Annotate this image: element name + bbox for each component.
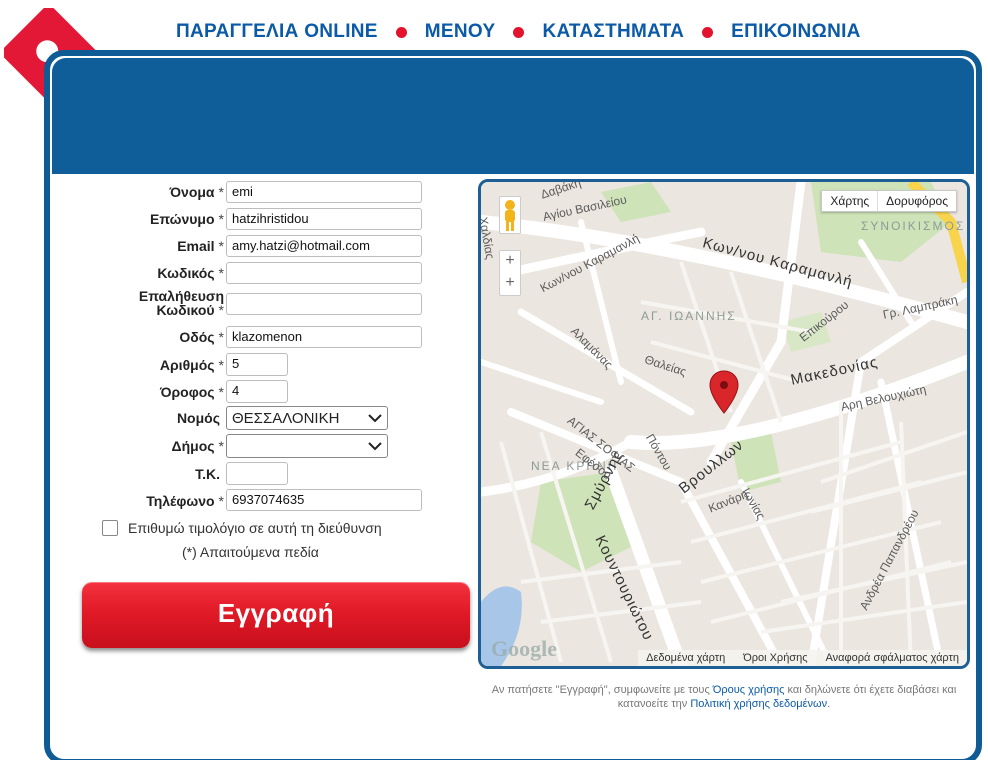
invoice-checkbox[interactable] bbox=[102, 520, 118, 536]
header-banner bbox=[52, 58, 974, 174]
nav-separator bbox=[702, 26, 714, 38]
number-input[interactable]: 5 bbox=[226, 353, 288, 376]
terms-of-use-link[interactable]: Όρους χρήσης bbox=[713, 684, 785, 696]
pegman-icon bbox=[505, 200, 515, 231]
nav-stores[interactable]: ΚΑΤΑΣΤΗΜΑΤΑ bbox=[542, 21, 684, 43]
number-label: Αριθμός * bbox=[159, 357, 224, 373]
nav-separator bbox=[513, 26, 525, 38]
email-label: Email * bbox=[177, 238, 224, 254]
invoice-option: Επιθυμώ τιμολόγιο σε αυτή τη διεύθυνση bbox=[102, 520, 382, 536]
main-navigation: ΠΑΡΑΓΓΕΛΙΑ ONLINE ΜΕΝΟΥ ΚΑΤΑΣΤΗΜΑΤΑ ΕΠΙΚ… bbox=[176, 18, 861, 46]
map-area-label: ΣΥΝΟΙΚΙΣΜΟΣ ΑΓΙΟΣ ΣΤΥΛΙΑΝΟΣ bbox=[861, 219, 967, 233]
prefecture-label: Νομός bbox=[176, 410, 220, 426]
map-area-label: ΑΓ. ΙΩΑΝΝΗΣ bbox=[641, 309, 737, 323]
last-name-input[interactable]: hatzihristidou bbox=[226, 208, 422, 230]
privacy-policy-link[interactable]: Πολιτική χρήσης δεδομένων bbox=[690, 698, 827, 710]
phone-input[interactable]: 6937074635 bbox=[226, 489, 422, 511]
zoom-out-button[interactable]: + bbox=[500, 273, 520, 295]
phone-label: Τηλέφωνο * bbox=[146, 493, 224, 509]
terms-text-3: . bbox=[827, 698, 831, 710]
nav-contact[interactable]: ΕΠΙΚΟΙΝΩΝΙΑ bbox=[731, 21, 861, 43]
nav-menu[interactable]: ΜΕΝΟΥ bbox=[425, 21, 496, 43]
map-data-link[interactable]: Δεδομένα χάρτη bbox=[646, 652, 725, 664]
zoom-in-button[interactable]: + bbox=[500, 251, 520, 273]
street-input[interactable]: klazomenon bbox=[226, 326, 422, 348]
email-input[interactable]: amy.hatzi@hotmail.com bbox=[226, 235, 422, 257]
map-terms-link[interactable]: Όροι Χρήσης bbox=[743, 652, 807, 664]
google-logo[interactable]: Google bbox=[491, 636, 557, 662]
first-name-input[interactable]: emi bbox=[226, 181, 422, 203]
map-type-control: Χάρτης Δορυφόρος bbox=[821, 190, 957, 212]
municipality-label: Δήμος * bbox=[171, 438, 224, 454]
last-name-label: Επώνυμο * bbox=[150, 211, 224, 227]
map-type-satellite-button[interactable]: Δορυφόρος bbox=[877, 191, 956, 211]
zoom-control: + + bbox=[499, 250, 521, 296]
password-confirm-label: Επαλήθευση Κωδικού * bbox=[138, 288, 224, 318]
password-input[interactable] bbox=[226, 262, 422, 284]
postal-code-label: Τ.Κ. bbox=[195, 466, 220, 482]
chevron-down-icon bbox=[368, 414, 382, 423]
prefecture-selected-value: ΘΕΣΣΑΛΟΝΙΚΗ bbox=[232, 409, 340, 427]
password-confirm-input[interactable] bbox=[226, 293, 422, 315]
register-button[interactable]: Εγγραφή bbox=[82, 582, 470, 648]
postal-code-input[interactable] bbox=[226, 462, 288, 485]
prefecture-select[interactable]: ΘΕΣΣΑΛΟΝΙΚΗ bbox=[226, 406, 388, 430]
required-fields-note: (*) Απαιτούμενα πεδία bbox=[182, 544, 319, 560]
map-type-map-button[interactable]: Χάρτης bbox=[822, 191, 877, 211]
first-name-label: Όνομα * bbox=[169, 184, 224, 200]
password-label: Κωδικός * bbox=[157, 265, 224, 281]
street-label: Οδός * bbox=[179, 329, 224, 345]
floor-input[interactable]: 4 bbox=[226, 380, 288, 403]
chevron-down-icon bbox=[368, 442, 382, 451]
map-footer: Δεδομένα χάρτη Όροι Χρήσης Αναφορά σφάλμ… bbox=[638, 650, 967, 666]
terms-notice: Αν πατήσετε "Εγγραφή", συμφωνείτε με του… bbox=[486, 683, 962, 711]
municipality-select[interactable] bbox=[226, 434, 388, 458]
street-view-pegman[interactable] bbox=[499, 196, 521, 234]
location-pin-icon[interactable] bbox=[709, 370, 739, 414]
nav-separator bbox=[395, 26, 407, 38]
google-map[interactable]: Δαβάκη Αγίου Βασιλείου Χαλδίας Κων/νου Κ… bbox=[478, 179, 970, 669]
invoice-label: Επιθυμώ τιμολόγιο σε αυτή τη διεύθυνση bbox=[128, 520, 382, 536]
terms-text-1: Αν πατήσετε "Εγγραφή", συμφωνείτε με του… bbox=[491, 684, 713, 696]
floor-label: Όροφος * bbox=[159, 384, 224, 400]
nav-order-online[interactable]: ΠΑΡΑΓΓΕΛΙΑ ONLINE bbox=[176, 21, 378, 43]
map-report-error-link[interactable]: Αναφορά σφάλματος χάρτη bbox=[826, 652, 959, 664]
